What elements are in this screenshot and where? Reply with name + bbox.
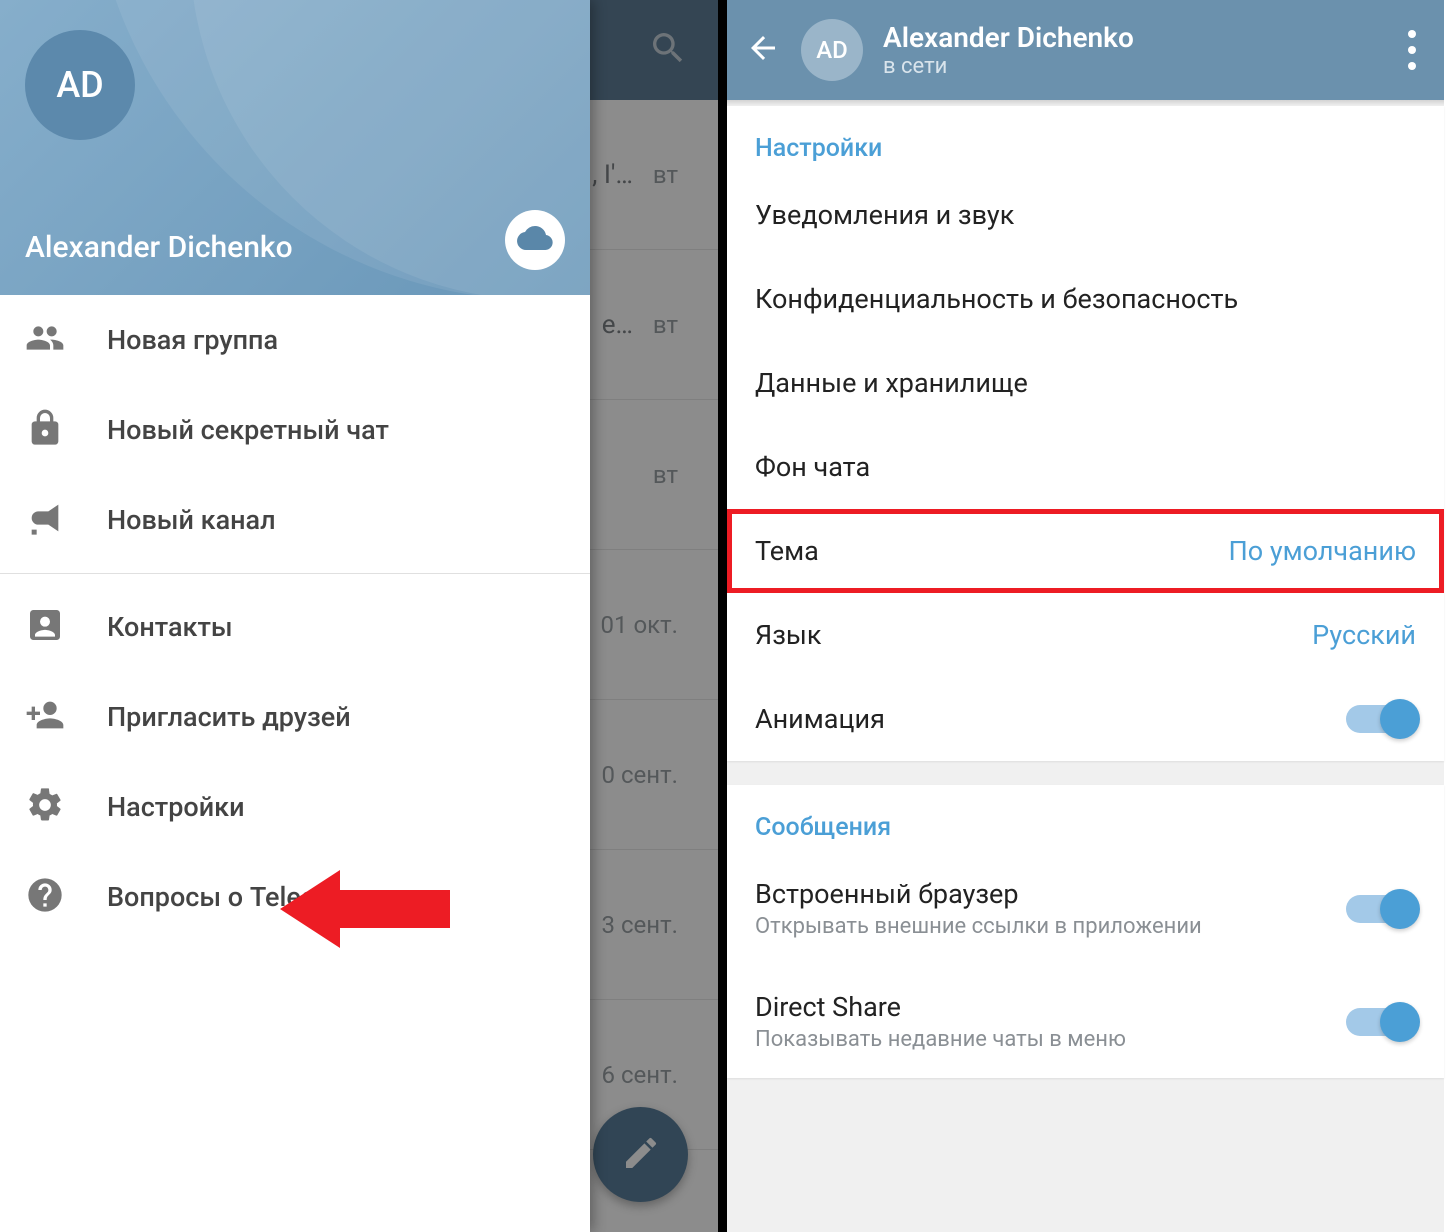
annotation-arrow	[280, 864, 450, 958]
menu-label: Контакты	[107, 611, 233, 643]
setting-sublabel: Показывать недавние чаты в меню	[755, 1027, 1126, 1052]
menu-item-new-channel[interactable]: Новый канал	[0, 475, 590, 565]
setting-data[interactable]: Данные и хранилище	[727, 341, 1444, 425]
gear-icon	[25, 785, 65, 829]
setting-value: По умолчанию	[1228, 535, 1416, 567]
menu-item-new-group[interactable]: Новая группа	[0, 295, 590, 385]
header-status: в сети	[883, 54, 1378, 79]
setting-sublabel: Открывать внешние ссылки в приложении	[755, 914, 1202, 939]
setting-label: Тема	[755, 535, 819, 567]
section-title: Настройки	[727, 106, 1444, 173]
setting-theme[interactable]: Тема По умолчанию	[727, 509, 1444, 593]
menu-label: Новая группа	[107, 324, 278, 356]
menu-label: Пригласить друзей	[107, 701, 351, 733]
toggle-switch[interactable]	[1346, 1008, 1416, 1036]
toggle-switch[interactable]	[1346, 895, 1416, 923]
setting-label: Анимация	[755, 703, 885, 735]
more-button[interactable]	[1398, 20, 1426, 80]
invite-icon	[25, 695, 65, 739]
setting-label: Данные и хранилище	[755, 367, 1028, 399]
drawer-menu: Новая группа Новый секретный чат Новый к…	[0, 295, 590, 942]
setting-privacy[interactable]: Конфиденциальность и безопасность	[727, 257, 1444, 341]
right-panel: AD Alexander Dichenko в сети Настройки У…	[724, 0, 1444, 1232]
contacts-icon	[25, 605, 65, 649]
settings-section: Настройки Уведомления и звук Конфиденциа…	[727, 106, 1444, 761]
help-icon	[25, 875, 65, 919]
setting-label: Direct Share	[755, 991, 1126, 1023]
setting-animation[interactable]: Анимация	[727, 677, 1444, 761]
menu-item-settings[interactable]: Настройки	[0, 762, 590, 852]
menu-label: Новый канал	[107, 504, 276, 536]
cloud-icon	[517, 220, 553, 260]
left-panel: , I'…вт е…вт вт 01 окт. 0 сент. 3 сент. …	[0, 0, 724, 1232]
back-button[interactable]	[745, 30, 781, 70]
navigation-drawer: AD Alexander Dichenko Новая группа	[0, 0, 590, 1232]
drawer-header: AD Alexander Dichenko	[0, 0, 590, 295]
section-title: Сообщения	[727, 785, 1444, 852]
group-icon	[25, 318, 65, 362]
avatar[interactable]: AD	[25, 30, 135, 140]
menu-label: Новый секретный чат	[107, 414, 389, 446]
setting-background[interactable]: Фон чата	[727, 425, 1444, 509]
menu-item-secret-chat[interactable]: Новый секретный чат	[0, 385, 590, 475]
setting-value: Русский	[1312, 619, 1416, 651]
setting-label: Фон чата	[755, 451, 870, 483]
setting-language[interactable]: Язык Русский	[727, 593, 1444, 677]
setting-notifications[interactable]: Уведомления и звук	[727, 173, 1444, 257]
toggle-switch[interactable]	[1346, 705, 1416, 733]
avatar[interactable]: AD	[801, 19, 863, 81]
menu-label: Настройки	[107, 791, 245, 823]
header-name: Alexander Dichenko	[883, 21, 1378, 54]
setting-label: Уведомления и звук	[755, 199, 1014, 231]
megaphone-icon	[25, 498, 65, 542]
settings-header: AD Alexander Dichenko в сети	[727, 0, 1444, 100]
setting-label: Встроенный браузер	[755, 878, 1202, 910]
setting-builtin-browser[interactable]: Встроенный браузер Открывать внешние ссы…	[727, 852, 1444, 965]
divider	[0, 573, 590, 574]
username: Alexander Dichenko	[25, 230, 293, 265]
menu-item-contacts[interactable]: Контакты	[0, 582, 590, 672]
setting-direct-share[interactable]: Direct Share Показывать недавние чаты в …	[727, 965, 1444, 1078]
menu-item-invite[interactable]: Пригласить друзей	[0, 672, 590, 762]
messages-section: Сообщения Встроенный браузер Открывать в…	[727, 785, 1444, 1078]
lock-icon	[25, 408, 65, 452]
setting-label: Язык	[755, 619, 821, 651]
cloud-button[interactable]	[505, 210, 565, 270]
setting-label: Конфиденциальность и безопасность	[755, 283, 1238, 315]
